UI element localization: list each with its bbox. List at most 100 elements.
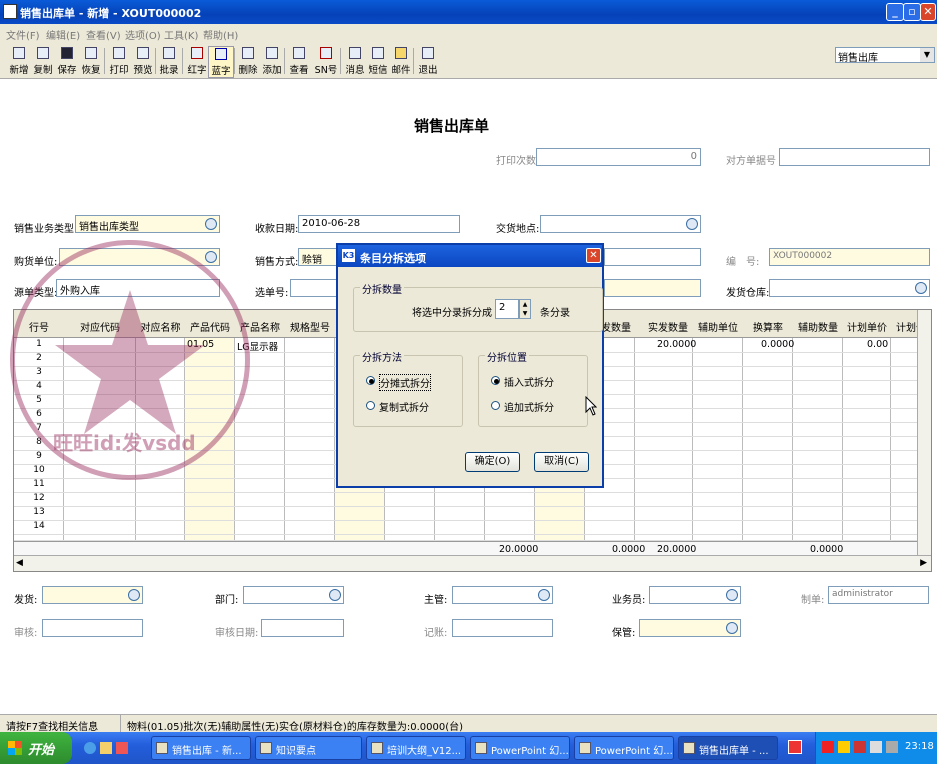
grid-header-actual-qty[interactable]: 实发数量 [643, 310, 693, 338]
clerk-field[interactable] [649, 586, 741, 604]
task-powerpoint-1[interactable]: PowerPoint 幻... [470, 736, 570, 760]
copy-button[interactable]: 复制 [30, 46, 56, 78]
delivery-place-field[interactable] [540, 215, 701, 233]
sale-mode-extra-field[interactable] [604, 248, 701, 266]
source-type-field[interactable]: 外购入库 [56, 279, 220, 297]
position-append-radio[interactable] [491, 401, 500, 410]
vertical-scrollbar[interactable] [917, 310, 931, 555]
lookup-icon[interactable] [205, 251, 217, 263]
dialog-close-button[interactable]: ✕ [586, 248, 601, 263]
position-insert-radio[interactable] [491, 376, 500, 385]
menu-tools[interactable]: 工具(K) [164, 27, 198, 42]
windows-logo-icon [8, 741, 22, 755]
print-button[interactable]: 打印 [106, 46, 132, 78]
task-sales-outbound-doc[interactable]: 销售出库单 - ... [678, 736, 778, 760]
menu-help[interactable]: 帮助(H) [203, 27, 238, 42]
table-row[interactable]: 12 [14, 493, 931, 507]
explorer-quicklaunch-icon[interactable] [100, 742, 112, 754]
position-append-label[interactable]: 追加式拆分 [504, 399, 554, 414]
lookup-icon[interactable] [329, 589, 341, 601]
red-entry-button[interactable]: 红字 [184, 46, 210, 78]
preview-icon [137, 47, 149, 59]
restore-button[interactable]: ▫ [903, 3, 921, 21]
menu-edit[interactable]: 编辑(E) [46, 27, 80, 42]
ok-button[interactable]: 确定(O) [465, 452, 520, 472]
close-button[interactable]: ✕ [920, 3, 936, 21]
app-quicklaunch-icon[interactable] [116, 742, 128, 754]
horizontal-scrollbar[interactable]: ◀ ▶ [14, 555, 931, 571]
manager-field[interactable] [452, 586, 553, 604]
task-knowledge-points[interactable]: 知识要点 [255, 736, 362, 760]
method-allocate-radio[interactable] [366, 376, 375, 385]
preview-button[interactable]: 预览 [130, 46, 156, 78]
task-powerpoint-2[interactable]: PowerPoint 幻... [574, 736, 674, 760]
table-row[interactable]: 14 [14, 521, 931, 535]
menu-options[interactable]: 选项(O) [125, 27, 161, 42]
minimize-button[interactable]: _ [886, 3, 904, 21]
delete-row-button[interactable]: 删除 [235, 46, 261, 78]
restore-doc-button[interactable]: 恢复 [78, 46, 104, 78]
menu-view[interactable]: 查看(V) [86, 27, 121, 42]
select-no-field[interactable] [290, 279, 340, 297]
blue-entry-button[interactable]: 蓝字 [208, 46, 234, 78]
ie-quicklaunch-icon[interactable] [84, 742, 96, 754]
print-count-label: 打印次数 [496, 156, 536, 167]
mail-button[interactable]: 邮件 [388, 46, 414, 78]
grid-header-product-code[interactable]: 产品代码 [185, 310, 235, 338]
buyer-field[interactable] [59, 248, 220, 266]
grid-header-ref-name[interactable]: 对应名称 [136, 310, 185, 338]
lookup-icon[interactable] [686, 218, 698, 230]
warehouse-field[interactable] [769, 279, 930, 297]
grid-header-ref-code[interactable]: 对应代码 [64, 310, 136, 338]
new-button[interactable]: 新增 [6, 46, 32, 78]
serial-number-button[interactable]: SN号 [313, 46, 339, 78]
cancel-button[interactable]: 取消(C) [534, 452, 589, 472]
lookup-icon[interactable] [915, 282, 927, 294]
table-row[interactable]: 13 [14, 507, 931, 521]
grid-header-aux-unit[interactable]: 辅助单位 [693, 310, 743, 338]
ref-no-field[interactable] [779, 148, 930, 166]
scroll-right-icon[interactable]: ▶ [920, 558, 927, 568]
input-method-icon[interactable] [788, 740, 802, 754]
biz-type-field[interactable]: 销售出库类型 [75, 215, 220, 233]
split-count-input[interactable]: 2 [495, 299, 519, 319]
method-allocate-label[interactable]: 分摊式拆分 [379, 374, 431, 391]
add-row-button[interactable]: 添加 [259, 46, 285, 78]
keeper-field[interactable] [639, 619, 741, 637]
grid-header-rate[interactable]: 换算率 [743, 310, 793, 338]
date-field[interactable]: 2010-06-28 [298, 215, 460, 233]
ship-field[interactable] [42, 586, 143, 604]
task-sales-outbound[interactable]: 销售出库 - 新... [151, 736, 251, 760]
lookup-icon[interactable] [726, 589, 738, 601]
scroll-left-icon[interactable]: ◀ [16, 558, 23, 568]
grid-header-plan-price[interactable]: 计划单价 [843, 310, 891, 338]
position-insert-label[interactable]: 插入式拆分 [504, 374, 554, 389]
clerk-label: 业务员: [612, 595, 646, 606]
task-training-outline[interactable]: 培训大纲_V12... [366, 736, 466, 760]
lookup-icon[interactable] [205, 218, 217, 230]
tray-app-icon[interactable] [822, 741, 834, 753]
doc-type-select[interactable]: 销售出库 ▼ [835, 47, 935, 64]
start-button[interactable]: 开始 [0, 732, 72, 764]
lookup-icon[interactable] [726, 622, 738, 634]
grid-header-line-no[interactable]: 行号 [14, 310, 64, 338]
grid-header-aux-qty[interactable]: 辅助数量 [793, 310, 843, 338]
tray-network-icon[interactable] [838, 741, 850, 753]
lookup-icon[interactable] [538, 589, 550, 601]
split-count-spinner[interactable]: ▲ ▼ [519, 299, 531, 319]
tray-antivirus-icon[interactable] [854, 741, 866, 753]
tray-volume-icon[interactable] [870, 741, 882, 753]
view-button[interactable]: 查看 [286, 46, 312, 78]
save-button[interactable]: 保存 [54, 46, 80, 78]
grid-header-spec[interactable]: 规格型号 [285, 310, 335, 338]
menu-file[interactable]: 文件(F) [6, 27, 40, 42]
lookup-icon[interactable] [128, 589, 140, 601]
method-copy-label[interactable]: 复制式拆分 [379, 399, 429, 414]
select-no-extra-field[interactable] [604, 279, 701, 297]
method-copy-radio[interactable] [366, 401, 375, 410]
grid-header-product-name[interactable]: 产品名称 [235, 310, 285, 338]
batch-entry-button[interactable]: 批录 [156, 46, 182, 78]
tray-misc-icon[interactable] [886, 741, 898, 753]
exit-button[interactable]: 退出 [415, 46, 441, 78]
dept-field[interactable] [243, 586, 344, 604]
